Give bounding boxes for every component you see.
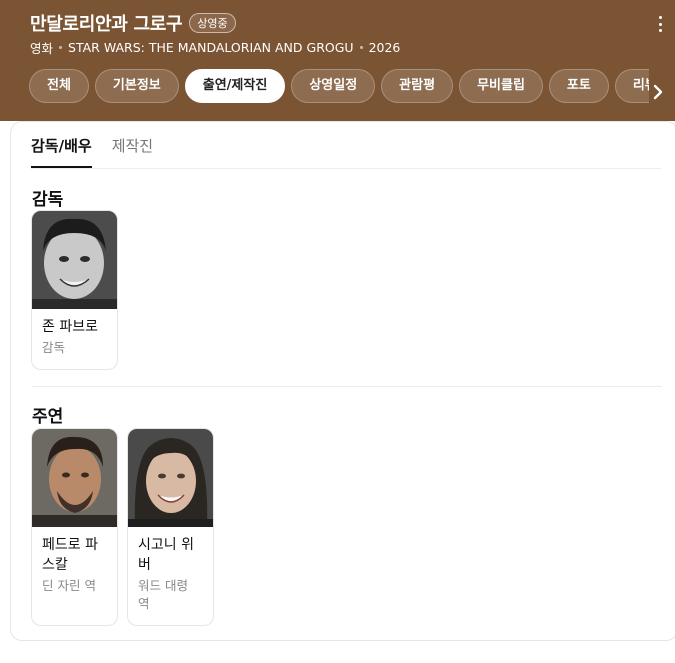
- meta-original-title: STAR WARS: THE MANDALORIAN AND GROGU: [68, 40, 354, 55]
- tab-showtimes[interactable]: 상영일정: [291, 69, 376, 103]
- person-card-director[interactable]: 존 파브로 감독: [31, 210, 118, 370]
- section-divider: [32, 386, 662, 387]
- tab-movie-clips[interactable]: 무비클립: [459, 69, 543, 103]
- meta-category: 영화: [30, 41, 54, 56]
- person-name: 존 파브로: [42, 319, 98, 335]
- cast-subtabs: 감독/배우 제작진: [31, 134, 661, 169]
- meta-separator: [359, 46, 363, 49]
- tab-audience-reviews[interactable]: 관람평: [381, 69, 454, 103]
- more-menu-icon[interactable]: [653, 14, 667, 34]
- person-card-cast[interactable]: 시고니 위버 워드 대령 역: [127, 428, 214, 626]
- tab-all[interactable]: 전체: [29, 69, 89, 103]
- subtab-director-cast[interactable]: 감독/배우: [31, 134, 92, 168]
- person-name: 시고니 위버: [138, 537, 194, 573]
- chevron-right-icon[interactable]: [652, 84, 664, 100]
- cast-card: 감독/배우 제작진 감독 존 파브로 감독 주연 페드로 파스칼 딘 자린 역 …: [10, 121, 675, 641]
- cast-section-title: 주연: [32, 407, 64, 427]
- tab-cast-crew[interactable]: 출연/제작진: [184, 69, 286, 103]
- actor-photo: [128, 429, 213, 527]
- movie-title[interactable]: 만달로리안과 그로구: [30, 10, 183, 36]
- status-badge: 상영중: [189, 13, 236, 33]
- meta-separator: [59, 46, 63, 49]
- person-role: 감독: [42, 340, 66, 355]
- director-photo: [32, 211, 117, 309]
- title-row: 만달로리안과 그로구 상영중: [30, 10, 236, 36]
- person-role: 딘 자린 역: [42, 578, 96, 593]
- subtab-crew[interactable]: 제작진: [112, 134, 153, 168]
- tab-basic-info[interactable]: 기본정보: [94, 69, 179, 103]
- tab-reviews[interactable]: 리뷰: [614, 69, 649, 103]
- movie-header: 만달로리안과 그로구 상영중 영화 STAR WARS: THE MANDALO…: [0, 0, 675, 121]
- person-name: 페드로 파스칼: [42, 537, 98, 573]
- tab-photos[interactable]: 포토: [548, 69, 609, 103]
- person-role: 워드 대령 역: [138, 578, 188, 611]
- actor-photo: [32, 429, 117, 527]
- movie-meta: 영화 STAR WARS: THE MANDALORIAN AND GROGU …: [30, 38, 400, 57]
- meta-year: 2026: [368, 40, 401, 55]
- person-card-cast[interactable]: 페드로 파스칼 딘 자린 역: [31, 428, 118, 626]
- director-section-title: 감독: [32, 190, 64, 210]
- section-tabs: 전체 기본정보 출연/제작진 상영일정 관람평 무비클립 포토 리뷰: [29, 69, 649, 105]
